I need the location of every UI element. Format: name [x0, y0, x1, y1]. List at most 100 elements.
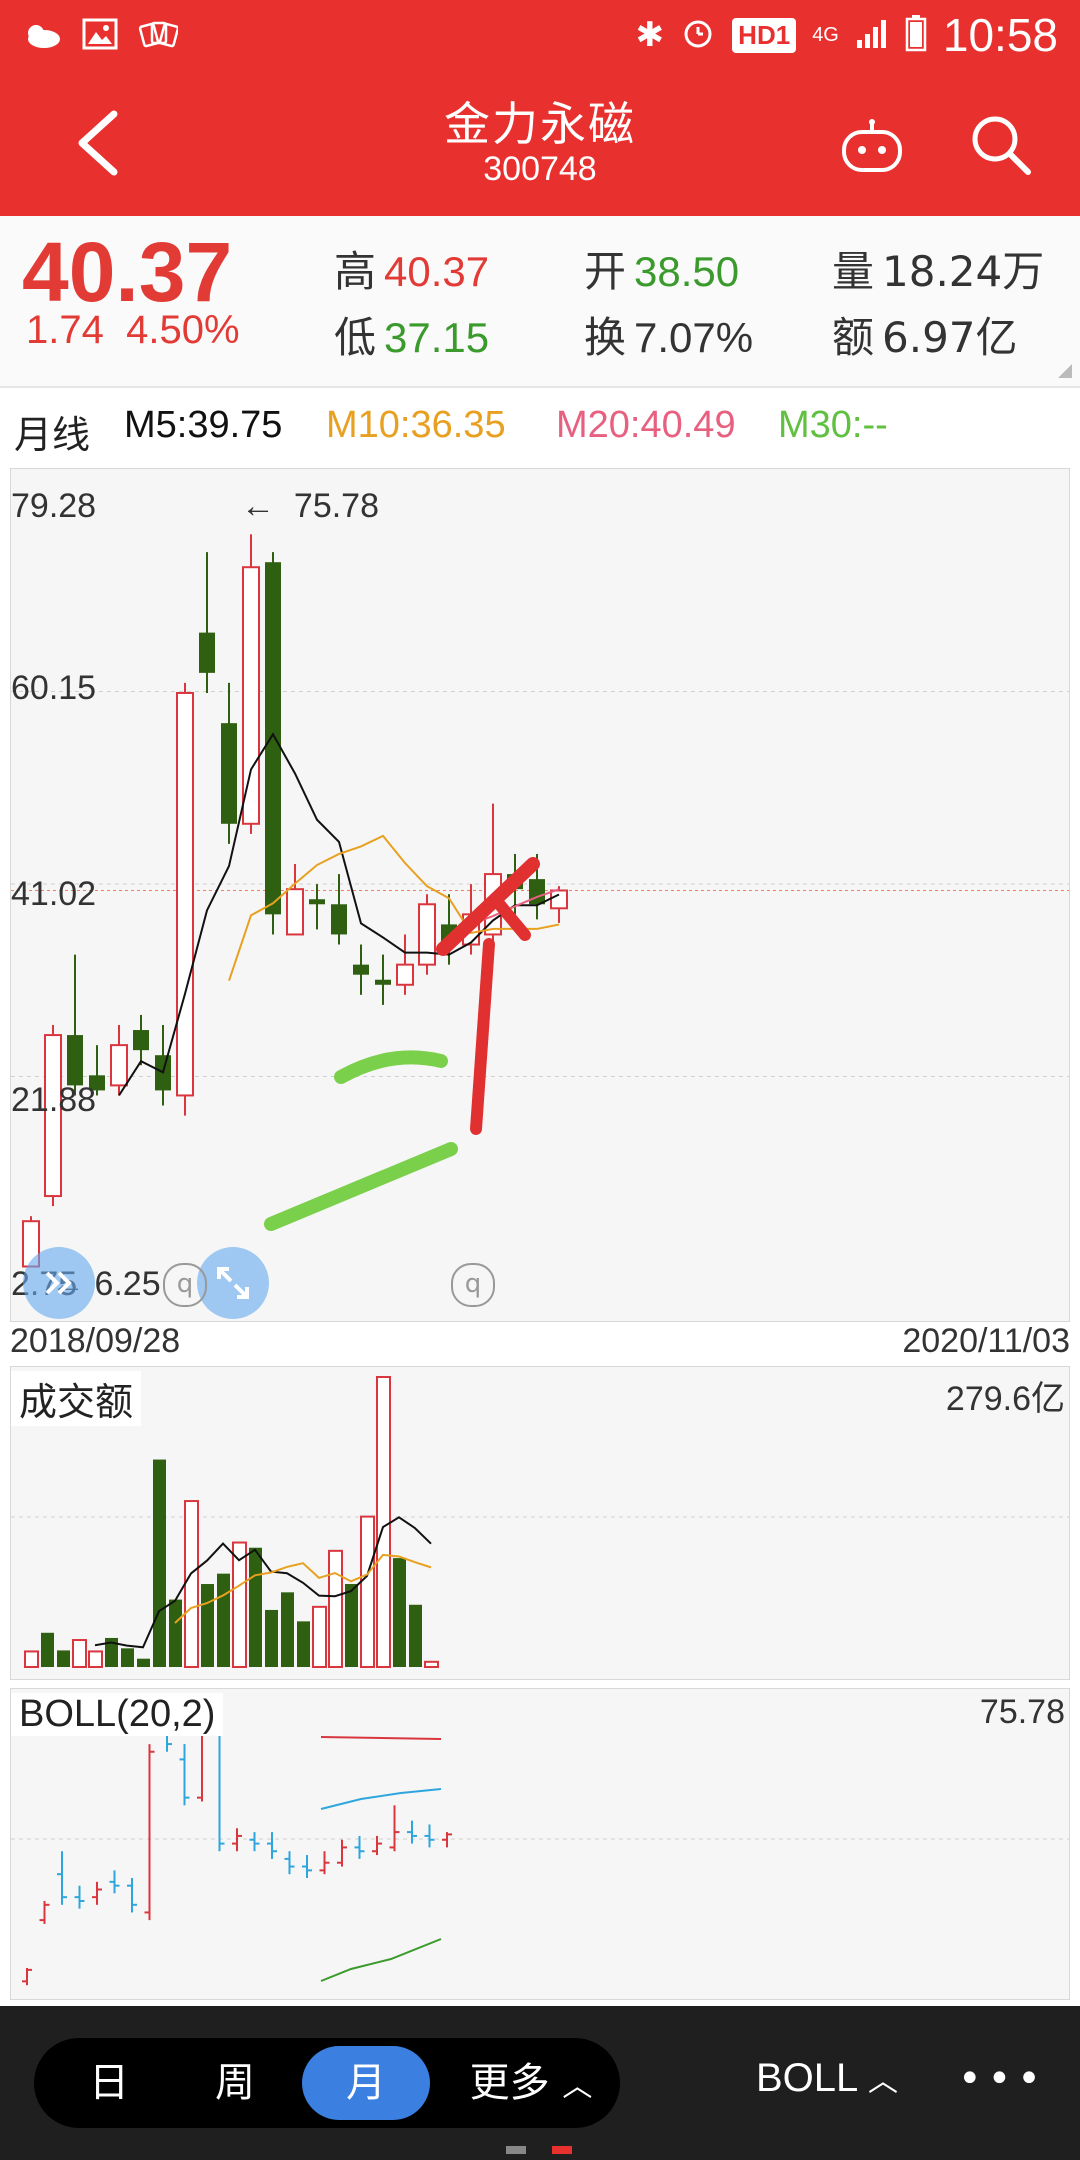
bottom-toolbar: 日 周 月 更多 ︿ BOLL ︿ •••	[0, 2006, 1080, 2160]
open-cell: 开 38.50	[584, 238, 739, 299]
amount-value: 6.97亿	[882, 313, 1018, 362]
boll-max-label: 75.78	[979, 1693, 1065, 1731]
last-price: 40.37	[22, 225, 233, 319]
assistant-button[interactable]	[840, 118, 904, 174]
tab-week[interactable]: 周	[180, 2038, 290, 2128]
kline-chart-panel[interactable]: 79.28 60.15 41.02 21.88 2.75 ← 75.78 ← 6…	[10, 468, 1070, 1322]
alarm-icon	[680, 15, 716, 55]
volume-chart	[11, 1376, 1069, 1669]
indicator-button[interactable]: BOLL ︿	[756, 2056, 898, 2101]
stock-name: 金力永磁	[444, 97, 636, 151]
status-bar: ✱ HD1 4G 10:58	[0, 0, 1080, 72]
high-label: 高	[334, 247, 377, 296]
candle-body	[529, 879, 545, 905]
start-date: 2018/09/28	[10, 1322, 181, 1360]
bluetooth-icon: ✱	[635, 15, 665, 55]
turnover-cell: 换 7.07%	[584, 304, 753, 365]
gallery-icon	[80, 16, 120, 52]
nav-indicator-active	[552, 2146, 572, 2154]
tab-more-label: 更多	[469, 2060, 550, 2106]
change-value: 1.74	[26, 308, 104, 352]
high-marker: ← 75.78	[241, 487, 379, 526]
expand-icon	[217, 1267, 249, 1299]
candle-body	[176, 691, 194, 1097]
scroll-left-button[interactable]	[23, 1247, 95, 1319]
volume-bar	[184, 1500, 199, 1668]
nav-indicator	[506, 2146, 526, 2154]
expand-corner-icon[interactable]	[1058, 364, 1072, 378]
y-label-4: 21.88	[11, 1081, 97, 1119]
turnover-value: 7.07%	[634, 314, 754, 361]
high-value: 40.37	[384, 248, 490, 295]
low-marker-value: 6.25	[94, 1265, 161, 1303]
signal-icon	[855, 18, 889, 52]
volume-cell: 量 18.24万	[832, 238, 1044, 299]
tab-month[interactable]: 月	[302, 2046, 430, 2120]
candle-body	[418, 903, 436, 966]
candle-body	[199, 632, 215, 673]
ma30-value: M30:--	[778, 404, 888, 446]
volume-bar	[328, 1549, 343, 1668]
boll-panel[interactable]: BOLL(20,2) 75.78	[10, 1688, 1070, 2000]
candle-body	[375, 979, 391, 985]
hd-badge: HD1	[732, 17, 797, 53]
candle-body	[221, 723, 237, 824]
volume-bar	[297, 1621, 310, 1667]
amount-label: 额	[832, 313, 875, 362]
end-date: 2020/11/03	[902, 1322, 1070, 1360]
y-label-2: 60.15	[11, 669, 97, 707]
tab-more[interactable]: 更多 ︿	[446, 2038, 616, 2128]
candle-body	[67, 1035, 83, 1086]
candle-body	[242, 566, 260, 825]
open-label: 开	[584, 247, 627, 296]
candle-body	[353, 964, 369, 975]
fullscreen-button[interactable]	[197, 1247, 269, 1319]
volume-label: 量	[832, 247, 875, 296]
volume-bar	[24, 1650, 39, 1668]
event-marker-icon[interactable]: q	[451, 1263, 495, 1307]
search-button[interactable]	[968, 112, 1032, 176]
ma10-value: M10:36.35	[326, 404, 506, 446]
high-marker-value: 75.78	[293, 487, 379, 525]
volume-max-label: 279.6亿	[945, 1380, 1065, 1418]
event-marker-icon[interactable]: q	[163, 1263, 207, 1307]
ma20-value: M20:40.49	[556, 404, 736, 446]
volume-bar	[281, 1592, 294, 1667]
volume-bar	[393, 1558, 406, 1667]
network-label: 4G	[812, 23, 839, 46]
period-tabs: 日 周 月 更多 ︿	[34, 2038, 620, 2128]
tab-day[interactable]: 日	[54, 2038, 164, 2128]
volume-bar	[41, 1632, 54, 1667]
candle-body	[396, 963, 414, 986]
status-time: 10:58	[942, 9, 1058, 61]
more-options-button[interactable]: •••	[958, 2056, 1047, 2102]
weather-icon	[22, 16, 62, 52]
candle-body	[133, 1030, 149, 1051]
cards-icon	[138, 16, 178, 52]
volume-title: 成交额	[11, 1371, 142, 1426]
volume-bar	[153, 1459, 166, 1667]
double-chevron-icon	[45, 1271, 72, 1295]
volume-bar	[88, 1650, 103, 1668]
stock-code: 300748	[483, 150, 597, 188]
left-arrow-icon: ←	[241, 487, 275, 525]
volume-panel[interactable]: 成交额 279.6亿	[10, 1366, 1070, 1680]
candle-body	[331, 904, 347, 935]
volume-bar	[232, 1541, 247, 1668]
volume-bar	[57, 1650, 70, 1667]
ma-legend: 月线 M5:39.75 M10:36.35 M20:40.49 M30:--	[0, 388, 1080, 466]
volume-bar	[217, 1573, 230, 1667]
battery-icon	[905, 14, 927, 56]
volume-bar	[376, 1376, 391, 1668]
low-cell: 低 37.15	[334, 304, 489, 365]
volume-bar	[249, 1547, 262, 1667]
kline-chart[interactable]	[11, 469, 1069, 1321]
high-cell: 高 40.37	[334, 238, 489, 299]
candle-body	[110, 1044, 128, 1087]
quote-panel[interactable]: 40.37 1.74 4.50% 高 40.37 低 37.15 开 38.50 换7…	[0, 216, 1080, 388]
candle-body	[309, 899, 325, 905]
period-label: 月线	[14, 415, 91, 457]
volume-bar	[169, 1599, 182, 1667]
volume-bar	[201, 1584, 214, 1667]
volume-bar	[121, 1648, 134, 1667]
